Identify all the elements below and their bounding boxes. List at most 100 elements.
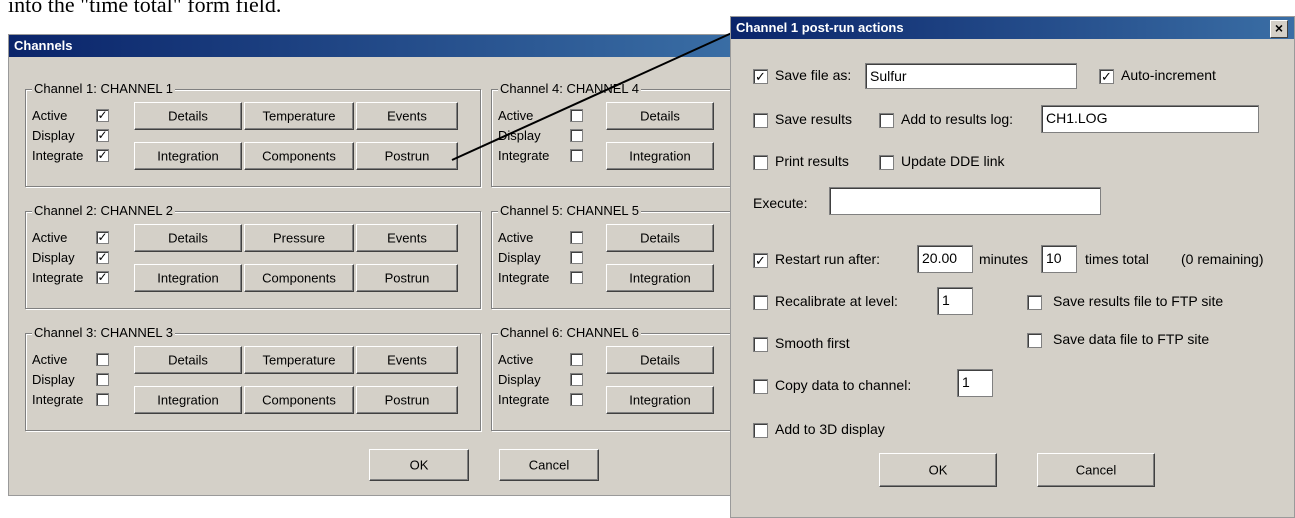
display-checkbox[interactable]: ✓	[96, 251, 109, 264]
integrate-label: Integrate	[32, 148, 84, 163]
integration-button[interactable]: Integration	[606, 264, 714, 292]
document-text: into the "time total" form field.	[8, 0, 282, 17]
cancel-button[interactable]: Cancel	[499, 449, 599, 481]
copy-data-checkbox[interactable]	[753, 379, 768, 394]
restart-run-checkbox[interactable]: ✓	[753, 253, 768, 268]
integrate-label: Integrate	[498, 148, 550, 163]
active-label: Active	[498, 108, 534, 123]
integrate-label: Integrate	[32, 392, 84, 407]
add-to-results-log-checkbox[interactable]	[879, 113, 894, 128]
components-button[interactable]: Components	[244, 142, 354, 170]
channel-group-title: Channel 1: CHANNEL 1	[32, 81, 175, 96]
channel-group-3: Channel 3: CHANNEL 3 Active Display Inte…	[25, 325, 481, 431]
close-icon[interactable]: ×	[1270, 20, 1288, 38]
postrun-dialog: Channel 1 post-run actions × ✓ Save file…	[730, 16, 1295, 518]
integrate-checkbox[interactable]	[570, 393, 583, 406]
postrun-cancel-button[interactable]: Cancel	[1037, 453, 1155, 487]
active-label: Active	[32, 352, 68, 367]
display-checkbox[interactable]: ✓	[96, 129, 109, 142]
smooth-first-checkbox[interactable]	[753, 337, 768, 352]
details-button[interactable]: Details	[606, 346, 714, 374]
postrun-button[interactable]: Postrun	[356, 142, 458, 170]
postrun-button[interactable]: Postrun	[356, 386, 458, 414]
temperature-button[interactable]: Temperature	[244, 346, 354, 374]
display-checkbox[interactable]	[96, 373, 109, 386]
integrate-checkbox[interactable]	[96, 393, 109, 406]
restart-times-input[interactable]: 10	[1041, 245, 1077, 273]
active-label: Active	[32, 108, 68, 123]
components-button[interactable]: Components	[244, 264, 354, 292]
recalibrate-checkbox[interactable]	[753, 295, 768, 310]
channel-group-title: Channel 5: CHANNEL 5	[498, 203, 641, 218]
add-to-results-log-label: Add to results log:	[901, 111, 1014, 127]
active-checkbox[interactable]: ✓	[96, 109, 109, 122]
display-label: Display	[32, 372, 75, 387]
integrate-checkbox[interactable]	[570, 271, 583, 284]
print-results-checkbox[interactable]	[753, 155, 768, 170]
details-button[interactable]: Details	[134, 224, 242, 252]
channel-group-4: Channel 4: CHANNEL 4 Active Display Inte…	[491, 81, 751, 187]
active-checkbox[interactable]	[570, 109, 583, 122]
components-button[interactable]: Components	[244, 386, 354, 414]
save-file-as-label: Save file as:	[775, 67, 852, 83]
add-3d-label: Add to 3D display	[775, 421, 885, 437]
integrate-checkbox[interactable]: ✓	[96, 149, 109, 162]
integration-button[interactable]: Integration	[134, 386, 242, 414]
active-checkbox[interactable]	[96, 353, 109, 366]
display-checkbox[interactable]	[570, 373, 583, 386]
add-3d-checkbox[interactable]	[753, 423, 768, 438]
integrate-checkbox[interactable]	[570, 149, 583, 162]
postrun-button[interactable]: Postrun	[356, 264, 458, 292]
update-dde-link-checkbox[interactable]	[879, 155, 894, 170]
active-checkbox[interactable]	[570, 231, 583, 244]
save-file-as-checkbox[interactable]: ✓	[753, 69, 768, 84]
restart-run-label: Restart run after:	[775, 251, 881, 267]
details-button[interactable]: Details	[606, 102, 714, 130]
execute-input[interactable]	[829, 187, 1101, 215]
display-label: Display	[32, 250, 75, 265]
save-file-as-input[interactable]: Sulfur	[865, 63, 1077, 89]
auto-increment-checkbox[interactable]: ✓	[1099, 69, 1114, 84]
auto-increment-label: Auto-increment	[1121, 67, 1216, 83]
restart-minutes-input[interactable]: 20.00	[917, 245, 973, 273]
channel-group-6: Channel 6: CHANNEL 6 Active Display Inte…	[491, 325, 751, 431]
integrate-checkbox[interactable]: ✓	[96, 271, 109, 284]
details-button[interactable]: Details	[606, 224, 714, 252]
details-button[interactable]: Details	[134, 102, 242, 130]
save-results-ftp-checkbox[interactable]	[1027, 295, 1042, 310]
postrun-title: Channel 1 post-run actions	[736, 20, 904, 35]
temperature-button[interactable]: Temperature	[244, 102, 354, 130]
print-results-label: Print results	[775, 153, 849, 169]
postrun-title-bar: Channel 1 post-run actions ×	[731, 17, 1294, 39]
events-button[interactable]: Events	[356, 224, 458, 252]
integrate-label: Integrate	[498, 392, 550, 407]
active-checkbox[interactable]	[570, 353, 583, 366]
save-data-ftp-label: Save data file to FTP site	[1053, 331, 1210, 347]
save-results-checkbox[interactable]	[753, 113, 768, 128]
details-button[interactable]: Details	[134, 346, 242, 374]
display-label: Display	[498, 250, 541, 265]
events-button[interactable]: Events	[356, 346, 458, 374]
copy-data-channel-input[interactable]: 1	[957, 369, 993, 397]
integrate-label: Integrate	[498, 270, 550, 285]
recalibrate-level-input[interactable]: 1	[937, 287, 973, 315]
integration-button[interactable]: Integration	[606, 142, 714, 170]
events-button[interactable]: Events	[356, 102, 458, 130]
active-label: Active	[498, 230, 534, 245]
execute-label: Execute:	[753, 195, 808, 211]
active-checkbox[interactable]: ✓	[96, 231, 109, 244]
channel-group-title: Channel 4: CHANNEL 4	[498, 81, 641, 96]
results-log-input[interactable]: CH1.LOG	[1041, 105, 1259, 133]
display-checkbox[interactable]	[570, 129, 583, 142]
ok-button[interactable]: OK	[369, 449, 469, 481]
postrun-ok-button[interactable]: OK	[879, 453, 997, 487]
display-checkbox[interactable]	[570, 251, 583, 264]
integration-button[interactable]: Integration	[606, 386, 714, 414]
pressure-button[interactable]: Pressure	[244, 224, 354, 252]
save-data-ftp-checkbox[interactable]	[1027, 333, 1042, 348]
integration-button[interactable]: Integration	[134, 142, 242, 170]
save-results-ftp-label: Save results file to FTP site	[1053, 293, 1224, 309]
active-label: Active	[32, 230, 68, 245]
integration-button[interactable]: Integration	[134, 264, 242, 292]
channel-group-title: Channel 6: CHANNEL 6	[498, 325, 641, 340]
